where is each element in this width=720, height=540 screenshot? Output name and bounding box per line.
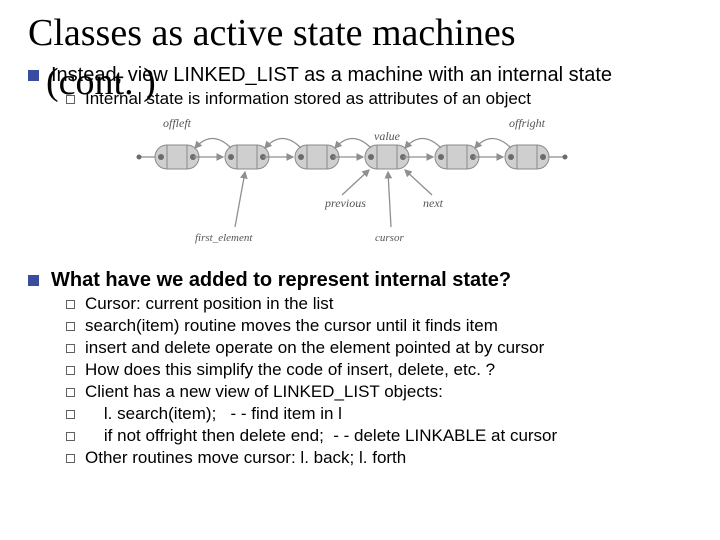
hollow-bullet-icon bbox=[66, 410, 75, 419]
sub-bullets-2: Cursor: current position in the list sea… bbox=[66, 294, 692, 468]
label-previous: previous bbox=[324, 196, 366, 210]
item-insert-delete: insert and delete operate on the element… bbox=[85, 338, 544, 358]
item-other-routines: Other routines move cursor: l. back; l. … bbox=[85, 448, 406, 468]
sub-internal-state-text: Internal state is information stored as … bbox=[85, 89, 531, 109]
label-offright: offright bbox=[509, 116, 546, 130]
section-2: What have we added to represent internal… bbox=[28, 269, 692, 468]
item-simplify: How does this simplify the code of inser… bbox=[85, 360, 495, 380]
item-cursor: Cursor: current position in the list bbox=[85, 294, 334, 314]
square-bullet-icon bbox=[28, 275, 39, 286]
hollow-bullet-icon bbox=[66, 95, 75, 104]
list-item: insert and delete operate on the element… bbox=[66, 338, 692, 358]
slide-title: Classes as active state machines bbox=[28, 14, 692, 54]
hollow-bullet-icon bbox=[66, 344, 75, 353]
item-code-search: l. search(item); - - find item in l bbox=[85, 404, 342, 424]
list-item: search(item) routine moves the cursor un… bbox=[66, 316, 692, 336]
bullet-what-added: What have we added to represent internal… bbox=[28, 269, 692, 292]
sub-bullets-1: Internal state is information stored as … bbox=[66, 89, 692, 109]
label-offleft: offleft bbox=[163, 116, 192, 130]
square-bullet-icon bbox=[28, 70, 39, 81]
sub-internal-state: Internal state is information stored as … bbox=[66, 89, 692, 109]
item-search: search(item) routine moves the cursor un… bbox=[85, 316, 498, 336]
label-value: value bbox=[374, 129, 401, 143]
bullet-instead: (cont. ) Instead, view LINKED_LIST as a … bbox=[28, 64, 692, 87]
list-item: Cursor: current position in the list bbox=[66, 294, 692, 314]
bullet-what-added-text: What have we added to represent internal… bbox=[51, 269, 511, 292]
hollow-bullet-icon bbox=[66, 366, 75, 375]
item-code-delete: if not offright then delete end; - - del… bbox=[85, 426, 557, 446]
bullet-instead-text: Instead, view LINKED_LIST as a machine w… bbox=[51, 64, 612, 87]
list-item: l. search(item); - - find item in l bbox=[66, 404, 692, 424]
hollow-bullet-icon bbox=[66, 300, 75, 309]
hollow-bullet-icon bbox=[66, 388, 75, 397]
list-item: How does this simplify the code of inser… bbox=[66, 360, 692, 380]
label-next: next bbox=[423, 196, 444, 210]
slide: Classes as active state machines (cont. … bbox=[0, 0, 720, 540]
linked-list-diagram: offleft offright value previous next fir… bbox=[125, 115, 595, 255]
hollow-bullet-icon bbox=[66, 454, 75, 463]
label-first-element: first_element bbox=[195, 232, 253, 244]
hollow-bullet-icon bbox=[66, 432, 75, 441]
list-item: if not offright then delete end; - - del… bbox=[66, 426, 692, 446]
hollow-bullet-icon bbox=[66, 322, 75, 331]
item-client-view: Client has a new view of LINKED_LIST obj… bbox=[85, 382, 443, 402]
list-item: Client has a new view of LINKED_LIST obj… bbox=[66, 382, 692, 402]
list-item: Other routines move cursor: l. back; l. … bbox=[66, 448, 692, 468]
linked-list-diagram-area: offleft offright value previous next fir… bbox=[28, 115, 692, 255]
label-cursor: cursor bbox=[375, 232, 404, 244]
